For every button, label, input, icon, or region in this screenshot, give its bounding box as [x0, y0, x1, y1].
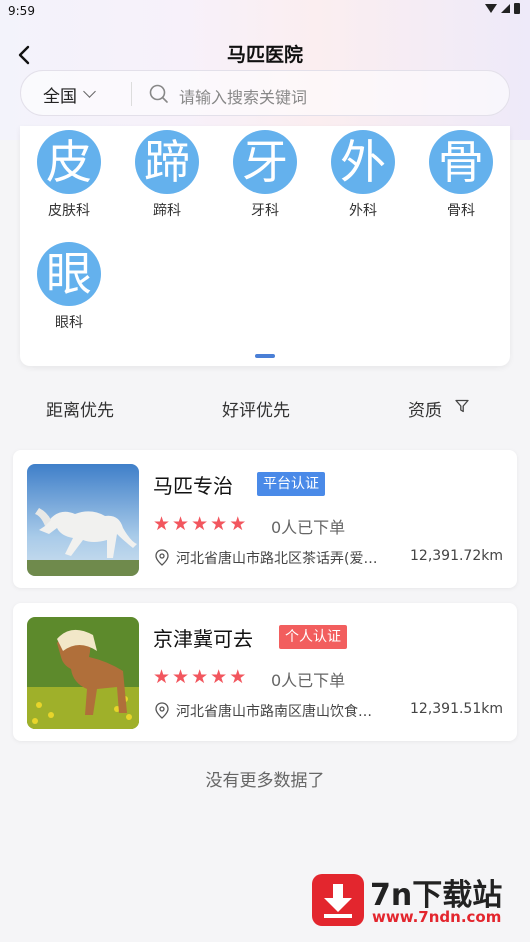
watermark-url: www.7ndn.com: [372, 908, 502, 926]
category-hoof[interactable]: 蹄 蹄科: [126, 130, 208, 220]
order-count: 0人已下单: [271, 671, 346, 690]
star-icon: ★: [229, 513, 247, 535]
category-orthopedics[interactable]: 骨 骨科: [420, 130, 502, 220]
shop-image: [27, 617, 139, 729]
search-divider: [131, 82, 132, 106]
shop-name: 京津冀可去: [153, 627, 253, 651]
star-icon: ★: [210, 666, 228, 688]
location-pin-icon: [155, 549, 169, 566]
sort-distance[interactable]: 距离优先: [46, 396, 114, 421]
sort-qualification[interactable]: 资质: [408, 396, 442, 421]
certification-badge: 个人认证: [279, 625, 347, 649]
shop-name: 马匹专治: [153, 474, 233, 498]
shop-distance: 12,391.72km: [410, 548, 503, 564]
page-title: 马匹医院: [226, 44, 303, 66]
no-more-data-text: 没有更多数据了: [205, 771, 325, 791]
shop-address: 河北省唐山市路北区茶话弄(爱…: [176, 551, 378, 567]
search-icon: [149, 84, 168, 103]
search-bar: 全国 请输入搜索关键词: [20, 70, 510, 116]
sort-rating[interactable]: 好评优先: [222, 396, 290, 421]
category-icon: 外: [331, 130, 395, 194]
star-icon: ★: [229, 666, 247, 688]
category-icon: 眼: [37, 242, 101, 306]
category-panel: 皮 皮肤科 蹄 蹄科 牙 牙科 外 外科 骨 骨科 眼 眼科: [20, 126, 510, 366]
watermark: 7n下载站 www.7ndn.com: [312, 868, 517, 932]
rating-stars: ★ ★ ★ ★ ★: [153, 514, 246, 534]
category-label: 蹄科: [153, 203, 181, 219]
filter-icon[interactable]: [455, 399, 469, 413]
star-icon: ★: [191, 513, 209, 535]
status-bar: 9:59: [0, 0, 530, 26]
category-dental[interactable]: 牙 牙科: [224, 130, 306, 220]
category-ophthalmology[interactable]: 眼 眼科: [28, 242, 110, 332]
wifi-icon: [485, 4, 497, 13]
region-selector[interactable]: 全国: [43, 82, 96, 107]
page-indicator: [255, 354, 275, 358]
rating-stars: ★ ★ ★ ★ ★: [153, 667, 246, 687]
star-icon: ★: [172, 513, 190, 535]
star-icon: ★: [191, 666, 209, 688]
signal-icon: [501, 4, 510, 13]
category-icon: 牙: [233, 130, 297, 194]
region-label: 全国: [43, 87, 77, 107]
shop-card[interactable]: 京津冀可去 个人认证 ★ ★ ★ ★ ★ 0人已下单 河北省唐山市路南区唐山饮食… 12…: [13, 603, 517, 741]
sort-bar: 距离优先 好评优先 资质: [0, 396, 530, 422]
chevron-down-icon: [83, 85, 96, 98]
category-icon: 骨: [429, 130, 493, 194]
star-icon: ★: [153, 513, 171, 535]
category-label: 外科: [349, 203, 377, 219]
shop-image: [27, 464, 139, 576]
category-label: 骨科: [447, 203, 475, 219]
status-icons: [485, 3, 520, 14]
category-icon: 皮: [37, 130, 101, 194]
category-label: 皮肤科: [48, 203, 90, 219]
category-dermatology[interactable]: 皮 皮肤科: [28, 130, 110, 220]
status-time: 9:59: [8, 4, 35, 18]
location-pin-icon: [155, 702, 169, 719]
search-input[interactable]: 请输入搜索关键词: [179, 84, 307, 108]
category-icon: 蹄: [135, 130, 199, 194]
star-icon: ★: [153, 666, 171, 688]
shop-card[interactable]: 马匹专治 平台认证 ★ ★ ★ ★ ★ 0人已下单 河北省唐山市路北区茶话弄(爱… 12…: [13, 450, 517, 588]
star-icon: ★: [172, 666, 190, 688]
certification-badge: 平台认证: [257, 472, 325, 496]
order-count: 0人已下单: [271, 518, 346, 537]
battery-icon: [514, 3, 520, 14]
category-label: 眼科: [55, 315, 83, 331]
shop-distance: 12,391.51km: [410, 701, 503, 717]
star-icon: ★: [210, 513, 228, 535]
category-surgery[interactable]: 外 外科: [322, 130, 404, 220]
download-logo-icon: [312, 874, 364, 926]
category-label: 牙科: [251, 203, 279, 219]
shop-address: 河北省唐山市路南区唐山饮食…: [176, 704, 372, 720]
